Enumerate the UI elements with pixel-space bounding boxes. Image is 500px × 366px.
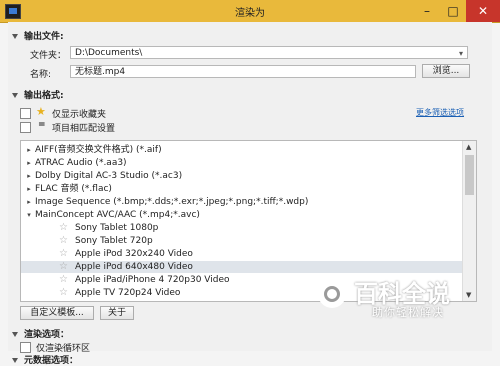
name-label: 名称:	[30, 70, 52, 80]
collapse-icon	[12, 34, 18, 39]
format-list-item[interactable]: ☆ Apple iPod 640x480 Video	[21, 261, 462, 273]
format-list-item[interactable]: ▸ AIFF(音频交换文件格式) (*.aif)	[21, 144, 462, 156]
format-label: MainConcept AVC/AAC (*.mp4;*.avc)	[35, 210, 200, 220]
star-outline-icon[interactable]: ☆	[59, 274, 68, 286]
metadata-heading[interactable]: 元数据选项：	[12, 353, 78, 366]
collapse-icon	[12, 332, 18, 337]
star-icon: ★	[36, 105, 46, 118]
format-list-item[interactable]: ☆ Sony Tablet 1080p	[21, 222, 462, 234]
name-field[interactable]: 无标题.mp4	[70, 65, 416, 78]
chevron-right-icon[interactable]: ▸	[25, 157, 33, 169]
customize-template-button[interactable]: 自定义模板...	[20, 306, 94, 320]
chevron-right-icon[interactable]: ▸	[25, 144, 33, 156]
chevron-right-icon[interactable]: ▸	[25, 183, 33, 195]
format-label: Image Sequence (*.bmp;*.dds;*.exr;*.jpeg…	[35, 197, 309, 207]
format-list-item[interactable]: ☆ Sony Tablet 720p	[21, 235, 462, 247]
format-label: Apple TV 720p24 Video	[75, 288, 181, 298]
folder-label: 文件夹：	[30, 51, 67, 61]
format-label: AIFF(音频交换文件格式) (*.aif)	[35, 145, 162, 155]
format-list-item[interactable]: ▸ FLAC 音频 (*.flac)	[21, 183, 462, 195]
format-list-item[interactable]: ▾ MainConcept AVC/AAC (*.mp4;*.avc)	[21, 209, 462, 221]
format-label: FLAC 音频 (*.flac)	[35, 184, 112, 194]
minimize-button[interactable]: –	[414, 0, 440, 22]
chevron-down-icon[interactable]: ▾	[25, 209, 33, 221]
match-project-label: 项目相匹配设置	[52, 124, 116, 134]
star-outline-icon[interactable]: ☆	[59, 261, 68, 273]
format-list-item[interactable]: ▸ Dolby Digital AC-3 Studio (*.ac3)	[21, 170, 462, 182]
favorites-only-label: 仅显示收藏夹	[52, 110, 107, 120]
format-label: Apple iPod 640x480 Video	[75, 262, 193, 272]
chevron-right-icon[interactable]: ▸	[25, 170, 33, 182]
format-list-item[interactable]: ☆ Apple iPod 320x240 Video	[21, 248, 462, 260]
output-format-heading[interactable]: 输出格式:	[12, 88, 64, 101]
equals-icon: =	[38, 120, 46, 130]
maximize-button[interactable]: □	[440, 0, 466, 22]
chevron-right-icon[interactable]: ▸	[25, 196, 33, 208]
format-label: Apple iPad/iPhone 4 720p30 Video	[75, 275, 230, 285]
chevron-down-icon[interactable]: ▾	[459, 47, 463, 60]
folder-field[interactable]: D:\Documents\ ▾	[70, 46, 468, 59]
format-label: ATRAC Audio (*.aa3)	[35, 158, 127, 168]
scroll-up-icon[interactable]: ▲	[466, 143, 471, 151]
star-outline-icon[interactable]: ☆	[59, 287, 68, 299]
match-project-checkbox[interactable]	[20, 122, 31, 133]
collapse-icon	[12, 358, 18, 363]
close-button[interactable]: ✕	[466, 0, 500, 22]
browse-button[interactable]: 浏览...	[422, 64, 470, 78]
watermark-subtext: 助你轻松解决	[372, 306, 444, 319]
title-bar: 渲染为 – □ ✕	[0, 0, 500, 23]
collapse-icon	[12, 93, 18, 98]
about-button[interactable]: 关于	[100, 306, 134, 320]
list-scrollbar[interactable]: ▲ ▼	[462, 141, 476, 301]
format-list-item[interactable]: ▸ ATRAC Audio (*.aa3)	[21, 157, 462, 169]
scroll-thumb[interactable]	[465, 155, 474, 195]
watermark-logo-icon	[318, 280, 346, 308]
format-label: Dolby Digital AC-3 Studio (*.ac3)	[35, 171, 183, 181]
star-outline-icon[interactable]: ☆	[59, 248, 68, 260]
favorites-only-checkbox[interactable]	[20, 108, 31, 119]
loop-region-checkbox[interactable]	[20, 342, 31, 353]
folder-value: D:\Documents\	[75, 48, 143, 58]
star-outline-icon[interactable]: ☆	[59, 235, 68, 247]
format-list-item[interactable]: ▸ Image Sequence (*.bmp;*.dds;*.exr;*.jpe…	[21, 196, 462, 208]
star-outline-icon[interactable]: ☆	[59, 222, 68, 234]
more-filters-link[interactable]: 更多筛选选项	[416, 107, 464, 118]
format-label: Apple iPod 320x240 Video	[75, 249, 193, 259]
scroll-down-icon[interactable]: ▼	[466, 291, 471, 299]
render-options-heading[interactable]: 渲染选项：	[12, 327, 69, 340]
output-file-heading[interactable]: 输出文件:	[12, 29, 64, 42]
format-label: Sony Tablet 720p	[75, 236, 153, 246]
format-label: Sony Tablet 1080p	[75, 223, 159, 233]
